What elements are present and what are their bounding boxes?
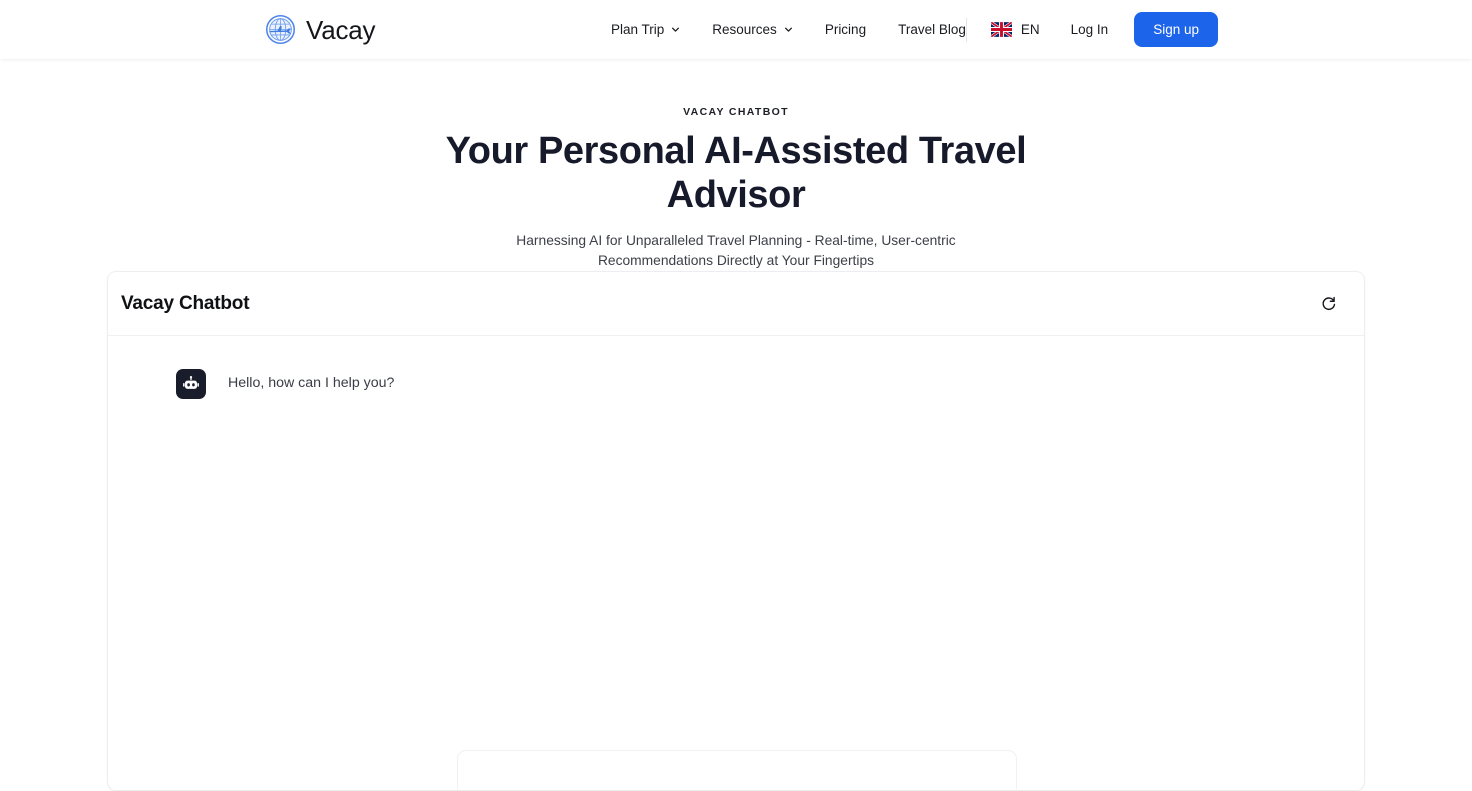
nav-item-plan-trip[interactable]: Plan Trip (611, 0, 696, 59)
chevron-down-icon (784, 27, 792, 32)
header-actions: EN Log In Sign up (965, 0, 1218, 59)
nav-item-pricing[interactable]: Pricing (809, 0, 882, 59)
login-link[interactable]: Log In (1071, 22, 1109, 37)
globe-plane-logo-icon (265, 14, 296, 45)
chat-composer (457, 750, 1017, 790)
language-code: EN (1020, 22, 1040, 37)
signup-button[interactable]: Sign up (1134, 12, 1218, 47)
brand-logo-link[interactable]: Vacay (265, 14, 376, 45)
language-switcher[interactable]: EN (985, 22, 1046, 37)
header-separator (965, 17, 967, 42)
nav-item-label: Pricing (824, 22, 867, 37)
nav-item-resources[interactable]: Resources (696, 0, 809, 59)
nav-item-label: Resources (712, 22, 777, 37)
hero-eyebrow: VACAY CHATBOT (683, 106, 789, 118)
hero-section: VACAY CHATBOT Your Personal AI-Assisted … (0, 59, 1472, 270)
chatbot-header: Vacay Chatbot (108, 272, 1364, 336)
chat-message-text: Hello, how can I help you? (228, 375, 395, 392)
avatar (176, 369, 206, 399)
chatbot-message-area: Hello, how can I help you? (108, 336, 1364, 790)
site-header: Vacay Plan Trip Resources Pricing Travel… (0, 0, 1472, 59)
brand-name: Vacay (306, 14, 376, 45)
robot-icon (183, 376, 199, 389)
page-title: Your Personal AI-Assisted Travel Advisor (445, 130, 1027, 217)
refresh-icon (1321, 296, 1335, 311)
uk-flag-icon (990, 22, 1012, 37)
chevron-down-icon (672, 27, 680, 32)
chatbot-title: Vacay Chatbot (121, 292, 250, 314)
refresh-chat-button[interactable] (1315, 291, 1341, 317)
nav-item-label: Plan Trip (611, 22, 665, 37)
chat-message-row: Hello, how can I help you? (108, 369, 1364, 399)
main-navigation: Plan Trip Resources Pricing Travel Blog (611, 0, 982, 59)
hero-subtitle: Harnessing AI for Unparalleled Travel Pl… (516, 233, 956, 268)
nav-item-label: Travel Blog (898, 22, 966, 37)
chatbot-card: Vacay Chatbot Hello, how can I help you? (107, 271, 1365, 791)
header-inner: Vacay Plan Trip Resources Pricing Travel… (0, 0, 1472, 59)
